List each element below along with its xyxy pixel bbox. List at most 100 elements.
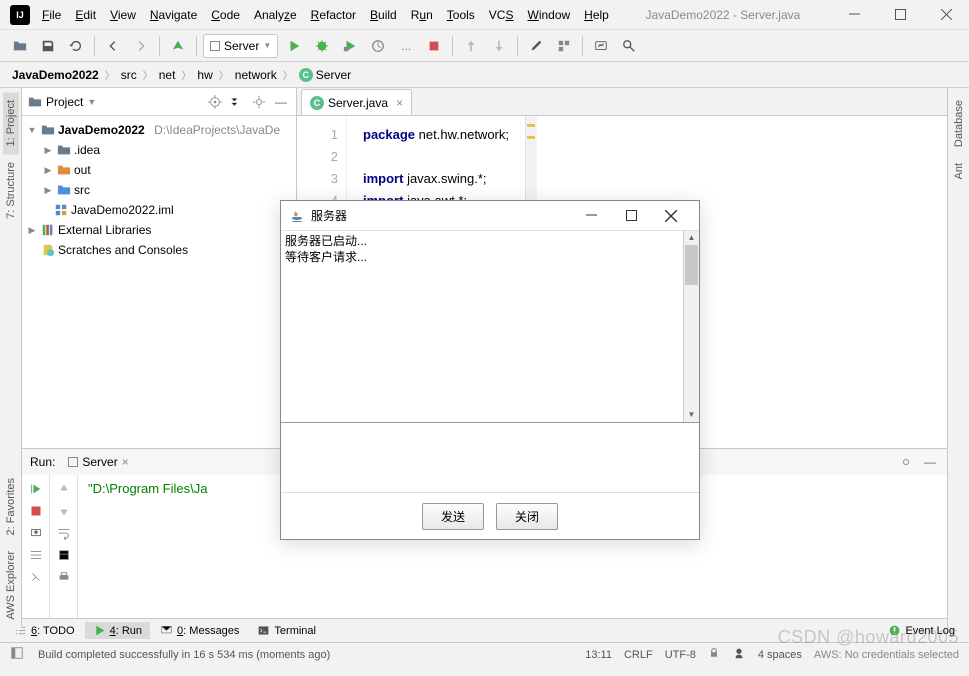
menu-file[interactable]: File (36, 6, 67, 24)
maximize-button[interactable] (877, 1, 923, 29)
dialog-titlebar[interactable]: 服务器 (281, 201, 699, 231)
expand-all-button[interactable] (228, 93, 246, 111)
menu-window[interactable]: Window (521, 6, 576, 24)
tab-messages[interactable]: 0: Messages (152, 622, 247, 639)
crumb-class[interactable]: CServer (297, 68, 353, 82)
status-indent[interactable]: 4 spaces (758, 649, 802, 661)
debug-button[interactable] (310, 34, 334, 58)
dialog-input-area[interactable] (281, 423, 699, 493)
close-tab-icon[interactable]: × (396, 96, 403, 110)
tree-iml[interactable]: JavaDemo2022.iml (22, 200, 296, 220)
menu-vcs[interactable]: VCS (483, 6, 520, 24)
scroll-down-icon[interactable]: ▼ (684, 408, 699, 422)
run-config-selector[interactable]: Server▼ (203, 34, 278, 58)
tab-project[interactable]: 1: Project (3, 92, 19, 154)
tree-idea[interactable]: ▶.idea (22, 140, 296, 160)
tab-terminal[interactable]: Terminal (249, 622, 324, 639)
stop-run-button[interactable] (26, 501, 46, 521)
inspector-icon[interactable] (732, 646, 746, 663)
tab-database[interactable]: Database (951, 92, 967, 155)
scroll-up-icon[interactable]: ▲ (684, 231, 699, 245)
locate-button[interactable] (206, 93, 224, 111)
menu-tools[interactable]: Tools (441, 6, 481, 24)
run-hide-button[interactable]: — (921, 453, 939, 471)
crumb-src[interactable]: src (119, 68, 139, 82)
rerun-button[interactable] (26, 479, 46, 499)
run-config-tab[interactable]: Server× (61, 453, 135, 471)
tab-run[interactable]: 4: Run (85, 622, 150, 639)
vcs-update-button[interactable] (459, 34, 483, 58)
panel-settings-button[interactable] (250, 93, 268, 111)
tree-root[interactable]: ▼JavaDemo2022 D:\IdeaProjects\JavaDe (22, 120, 296, 140)
up-button[interactable] (54, 479, 74, 499)
menu-run[interactable]: Run (405, 6, 439, 24)
lock-icon[interactable] (708, 647, 720, 662)
vcs-commit-button[interactable] (487, 34, 511, 58)
menu-code[interactable]: Code (205, 6, 246, 24)
tab-structure[interactable]: 7: Structure (3, 154, 19, 227)
menu-view[interactable]: View (104, 6, 142, 24)
save-button[interactable] (36, 34, 60, 58)
menu-help[interactable]: Help (578, 6, 615, 24)
dialog-text-area[interactable]: 服务器已启动... 等待客户请求... ▲ ▼ (281, 231, 699, 423)
settings-button[interactable] (524, 34, 548, 58)
stop-button[interactable] (422, 34, 446, 58)
crumb-hw[interactable]: hw (195, 68, 214, 82)
tab-aws-explorer[interactable]: AWS Explorer (3, 543, 19, 628)
tab-ant[interactable]: Ant (951, 155, 967, 188)
scroll-thumb[interactable] (685, 245, 698, 285)
wrap-button[interactable] (54, 523, 74, 543)
status-encoding[interactable]: UTF-8 (665, 649, 696, 661)
folder-icon (57, 143, 71, 157)
build-button[interactable] (166, 34, 190, 58)
project-structure-button[interactable] (552, 34, 576, 58)
attach-button[interactable]: ... (394, 34, 418, 58)
minimize-button[interactable] (831, 1, 877, 29)
tree-scratches[interactable]: Scratches and Consoles (22, 240, 296, 260)
dialog-scrollbar[interactable]: ▲ ▼ (683, 231, 699, 422)
print-button[interactable] (54, 567, 74, 587)
dump-button[interactable] (26, 523, 46, 543)
forward-button[interactable] (129, 34, 153, 58)
tree-ext-lib[interactable]: ▶External Libraries (22, 220, 296, 240)
menu-navigate[interactable]: Navigate (144, 6, 203, 24)
dialog-maximize-button[interactable] (611, 202, 651, 230)
panel-hide-button[interactable]: — (272, 93, 290, 111)
layout-button[interactable] (26, 545, 46, 565)
close-button[interactable] (923, 1, 969, 29)
aws-button[interactable] (589, 34, 613, 58)
module-icon (41, 123, 55, 137)
editor-tab-server[interactable]: CServer.java× (301, 89, 412, 115)
search-button[interactable] (617, 34, 641, 58)
crumb-network[interactable]: network (233, 68, 279, 82)
app-icon: IJ (10, 5, 30, 25)
close-dialog-button[interactable]: 关闭 (496, 503, 558, 530)
dialog-close-button[interactable] (651, 202, 691, 230)
tab-favorites[interactable]: 2: Favorites (3, 470, 19, 543)
back-button[interactable] (101, 34, 125, 58)
open-button[interactable] (8, 34, 32, 58)
down-button[interactable] (54, 501, 74, 521)
send-button[interactable]: 发送 (422, 503, 484, 530)
menu-edit[interactable]: Edit (69, 6, 102, 24)
status-eol[interactable]: CRLF (624, 649, 653, 661)
dialog-minimize-button[interactable] (571, 202, 611, 230)
scratch-icon (41, 243, 55, 257)
status-indicator-icon[interactable] (10, 646, 24, 663)
profile-button[interactable] (366, 34, 390, 58)
run-settings-button[interactable] (897, 453, 915, 471)
coverage-button[interactable] (338, 34, 362, 58)
menu-analyze[interactable]: Analyze (248, 6, 303, 24)
refresh-button[interactable] (64, 34, 88, 58)
scroll-button[interactable] (54, 545, 74, 565)
crumb-project[interactable]: JavaDemo2022 (10, 68, 101, 82)
pin-button[interactable] (26, 567, 46, 587)
menu-build[interactable]: Build (364, 6, 403, 24)
tree-out[interactable]: ▶out (22, 160, 296, 180)
menu-refactor[interactable]: Refactor (305, 6, 362, 24)
status-aws[interactable]: AWS: No credentials selected (814, 649, 959, 661)
tree-src[interactable]: ▶src (22, 180, 296, 200)
project-tree: ▼JavaDemo2022 D:\IdeaProjects\JavaDe ▶.i… (22, 116, 296, 264)
crumb-net[interactable]: net (157, 68, 178, 82)
run-button[interactable] (282, 34, 306, 58)
